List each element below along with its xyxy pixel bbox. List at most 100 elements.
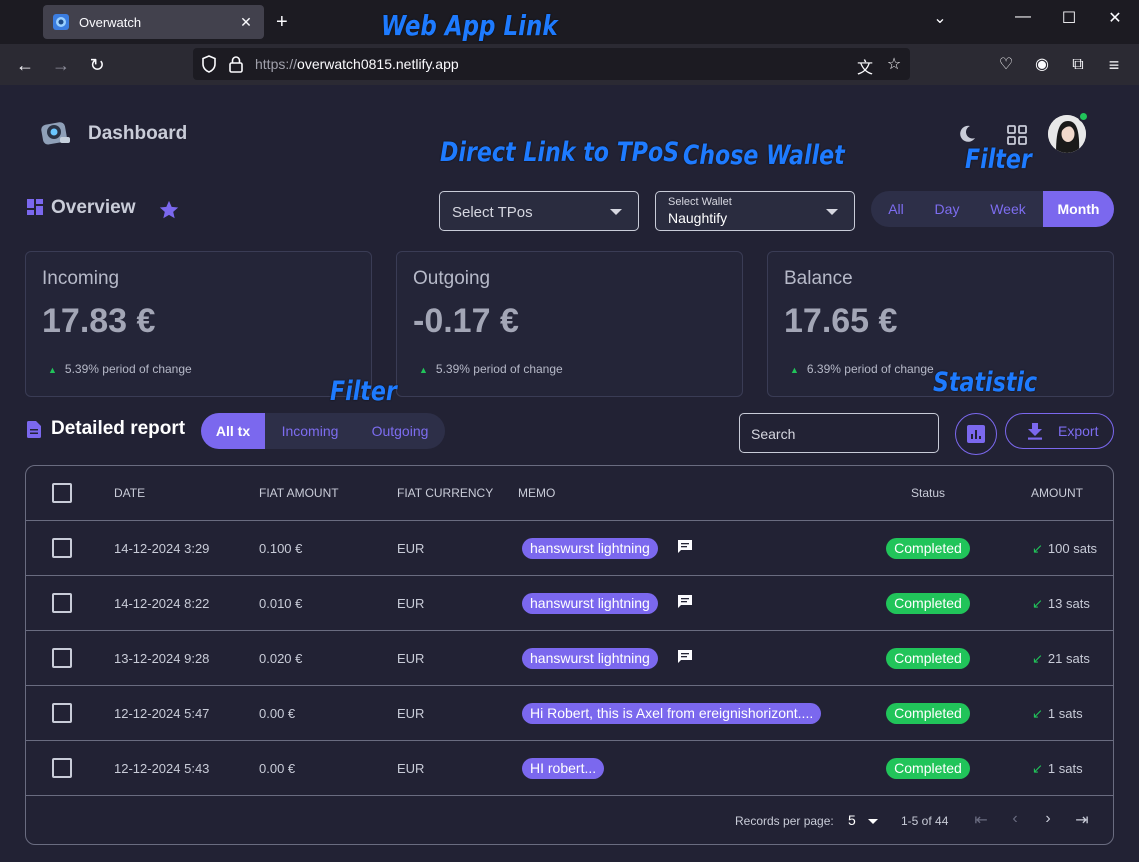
table-row[interactable]: 12-12-2024 5:43 0.00 € EUR HI robert... … — [26, 741, 1113, 796]
lock-icon[interactable] — [229, 55, 243, 73]
cell-amount: ↙ 1 sats — [1032, 761, 1083, 776]
period-day[interactable]: Day — [921, 191, 973, 227]
column-status[interactable]: Status — [911, 486, 945, 500]
star-icon[interactable] — [158, 199, 180, 221]
memo-chip: hanswurst lightning — [522, 538, 658, 559]
annotation-statistic: Statistic — [933, 367, 1038, 398]
period-month[interactable]: Month — [1043, 191, 1114, 227]
logo-icon[interactable] — [40, 117, 72, 149]
export-label: Export — [1058, 423, 1099, 439]
cell-fiat-amount: 0.00 € — [259, 706, 296, 721]
table-row[interactable]: 12-12-2024 5:47 0.00 € EUR Hi Robert, th… — [26, 686, 1113, 741]
memo-chip: Hi Robert, this is Axel from ereignishor… — [522, 703, 822, 724]
table-pagination: Records per page: 5 1-5 of 44 ⇤ ‹ › ⇥ — [26, 796, 1113, 844]
row-checkbox[interactable] — [52, 703, 72, 723]
url-text[interactable]: https://overwatch0815.netlify.app — [255, 56, 459, 72]
tab-list-button[interactable]: ⌄ — [926, 8, 954, 28]
shield-icon[interactable] — [201, 55, 217, 73]
arrow-down-left-icon: ↙ — [1032, 651, 1043, 666]
cell-date: 12-12-2024 5:43 — [114, 761, 210, 776]
period-week[interactable]: Week — [973, 191, 1043, 227]
cell-amount: ↙ 100 sats — [1032, 541, 1098, 556]
wallet-select[interactable]: Select Wallet Naughtify — [655, 191, 855, 231]
dashboard-icon — [27, 199, 43, 215]
search-placeholder: Search — [751, 426, 796, 442]
moon-icon[interactable] — [956, 123, 978, 145]
filter-incoming[interactable]: Incoming — [265, 413, 355, 449]
browser-tab[interactable]: Overwatch ✕ — [43, 5, 264, 39]
last-page-icon[interactable]: ⇥ — [1072, 810, 1092, 830]
arrow-down-left-icon: ↙ — [1032, 706, 1043, 721]
records-per-page-label: Records per page: — [735, 814, 834, 828]
table-row[interactable]: 14-12-2024 3:29 0.100 € EUR hanswurst li… — [26, 521, 1113, 576]
table-row[interactable]: 13-12-2024 9:28 0.020 € EUR hanswurst li… — [26, 631, 1113, 686]
cell-amount: ↙ 21 sats — [1032, 651, 1090, 666]
cell-date: 12-12-2024 5:47 — [114, 706, 210, 721]
incoming-card: Incoming 17.83 € ▲ 5.39% period of change — [25, 251, 372, 397]
row-checkbox[interactable] — [52, 758, 72, 778]
menu-icon[interactable]: ≡ — [1101, 52, 1127, 78]
table-row[interactable]: 14-12-2024 8:22 0.010 € EUR hanswurst li… — [26, 576, 1113, 631]
column-fiat-amount[interactable]: FIAT AMOUNT — [259, 486, 339, 500]
statistics-button[interactable] — [955, 413, 997, 455]
translate-icon[interactable]: 文 — [855, 54, 875, 78]
transaction-filter: All tx Incoming Outgoing — [201, 413, 445, 449]
comment-icon[interactable] — [678, 540, 692, 553]
annotation-filter-period: Filter — [965, 144, 1032, 175]
annotation-chose-wallet: Chose Wallet — [683, 140, 845, 171]
apps-grid-icon[interactable] — [1006, 124, 1028, 146]
comment-icon[interactable] — [678, 595, 692, 608]
annotation-web-app-link: Web App Link — [381, 9, 558, 42]
search-input[interactable]: Search — [739, 413, 939, 453]
select-all-checkbox[interactable] — [52, 483, 72, 503]
minimize-button[interactable]: — — [1009, 8, 1037, 26]
status-badge: Completed — [886, 703, 970, 724]
first-page-icon[interactable]: ⇤ — [971, 810, 991, 830]
memo-chip: HI robert... — [522, 758, 605, 779]
card-title: Outgoing — [413, 268, 491, 289]
tpos-select[interactable]: Select TPos — [439, 191, 639, 231]
previous-page-icon[interactable]: ‹ — [1005, 810, 1025, 828]
column-memo[interactable]: MEMO — [518, 486, 555, 500]
brand-title[interactable]: Dashboard — [88, 123, 187, 145]
column-amount[interactable]: AMOUNT — [1031, 486, 1083, 500]
column-fiat-currency[interactable]: FIAT CURRENCY — [397, 486, 493, 500]
account-icon[interactable]: ◉ — [1029, 52, 1055, 78]
cell-fiat-amount: 0.100 € — [259, 541, 303, 556]
filter-outgoing[interactable]: Outgoing — [355, 413, 445, 449]
forward-button[interactable]: → — [48, 52, 74, 78]
comment-icon[interactable] — [678, 650, 692, 663]
row-checkbox[interactable] — [52, 538, 72, 558]
cell-amount: ↙ 13 sats — [1032, 596, 1090, 611]
next-page-icon[interactable]: › — [1038, 810, 1058, 828]
reload-button[interactable]: ↻ — [84, 52, 110, 78]
url-bar[interactable]: https://overwatch0815.netlify.app 文 ☆ — [193, 48, 910, 80]
cell-currency: EUR — [397, 596, 425, 611]
status-badge: Completed — [886, 538, 970, 559]
tab-title: Overwatch — [79, 14, 142, 30]
row-checkbox[interactable] — [52, 593, 72, 613]
chevron-down-icon — [610, 209, 622, 215]
extensions-icon[interactable]: ⧉ — [1065, 52, 1091, 78]
card-value: -0.17 € — [413, 302, 519, 340]
new-tab-button[interactable]: + — [276, 11, 288, 34]
star-bookmark-icon[interactable]: ☆ — [884, 54, 904, 74]
period-all[interactable]: All — [871, 191, 921, 227]
status-badge: Completed — [886, 758, 970, 779]
transactions-table: DATE FIAT AMOUNT FIAT CURRENCY MEMO Stat… — [25, 465, 1114, 845]
triangle-up-icon: ▲ — [419, 365, 428, 375]
tab-close-icon[interactable]: ✕ — [238, 14, 254, 31]
page-range: 1-5 of 44 — [901, 814, 949, 828]
pocket-icon[interactable]: ♡ — [993, 52, 1019, 78]
row-checkbox[interactable] — [52, 648, 72, 668]
maximize-button[interactable]: ☐ — [1055, 8, 1083, 28]
close-window-button[interactable]: ✕ — [1101, 8, 1129, 28]
chevron-down-icon — [826, 209, 838, 215]
export-button[interactable]: Export — [1005, 413, 1114, 449]
document-icon — [27, 421, 41, 438]
back-button[interactable]: ← — [12, 52, 38, 78]
browser-tabbar: Overwatch ✕ + ⌄ — ☐ ✕ — [0, 0, 1139, 44]
chart-icon — [967, 425, 985, 443]
filter-all-tx[interactable]: All tx — [201, 413, 265, 449]
column-date[interactable]: DATE — [114, 486, 145, 500]
